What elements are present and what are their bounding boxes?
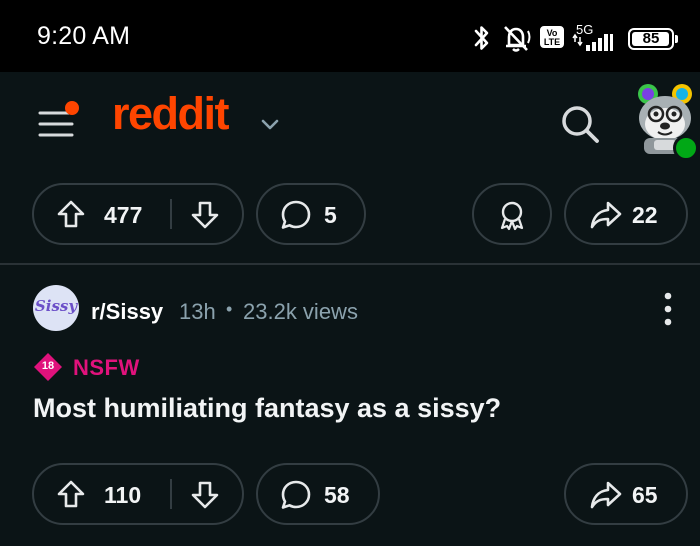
share-button[interactable]: 65 bbox=[564, 463, 688, 525]
upvote-icon[interactable] bbox=[56, 479, 86, 509]
subreddit-icon-text: Sissy bbox=[34, 297, 78, 315]
comments-button[interactable]: 5 bbox=[256, 183, 366, 245]
post-title[interactable]: Most humiliating fantasy as a sissy? bbox=[33, 393, 673, 424]
award-button[interactable] bbox=[472, 183, 552, 245]
comment-count: 5 bbox=[324, 202, 337, 228]
hamburger-icon bbox=[38, 101, 79, 137]
user-avatar[interactable] bbox=[630, 80, 700, 161]
post-age: 13h bbox=[179, 299, 216, 324]
view-count: 23.2k views bbox=[243, 299, 358, 324]
battery-level: 85 bbox=[642, 30, 660, 47]
subreddit-icon[interactable]: Sissy bbox=[33, 285, 79, 331]
status-time: 9:20 AM bbox=[37, 22, 131, 50]
battery-icon: 85 bbox=[628, 28, 674, 50]
nsfw-tag: 18 NSFW bbox=[33, 352, 173, 382]
downvote-icon[interactable] bbox=[190, 480, 220, 510]
reddit-logo: reddit bbox=[112, 88, 230, 139]
menu-button[interactable] bbox=[32, 100, 82, 148]
vote-pill: 110 bbox=[32, 463, 244, 525]
online-status-dot bbox=[673, 135, 699, 161]
comment-icon bbox=[281, 200, 311, 229]
upvote-icon[interactable] bbox=[56, 199, 86, 229]
search-icon[interactable] bbox=[558, 102, 602, 146]
vote-pill: 477 bbox=[32, 183, 244, 245]
mute-bell-icon bbox=[504, 26, 531, 52]
nsfw-label: NSFW bbox=[73, 355, 140, 380]
more-vertical-icon bbox=[664, 292, 672, 326]
chevron-down-icon bbox=[261, 119, 279, 130]
subreddit-name[interactable]: r/Sissy bbox=[91, 299, 163, 325]
feed-switcher[interactable]: reddit bbox=[110, 88, 290, 150]
post-options-button[interactable] bbox=[656, 291, 680, 327]
volte-bottom-text: LTE bbox=[543, 37, 561, 47]
share-count: 22 bbox=[632, 202, 658, 228]
app-header: reddit bbox=[0, 72, 700, 172]
battery-tip bbox=[675, 35, 678, 43]
comment-count: 58 bbox=[324, 482, 350, 508]
status-bar: 9:20 AM Vo LTE 5G 85 bbox=[0, 0, 700, 72]
share-icon bbox=[590, 201, 622, 229]
vote-divider bbox=[170, 479, 172, 509]
award-icon bbox=[500, 201, 524, 231]
bluetooth-icon bbox=[474, 26, 489, 50]
share-icon bbox=[590, 481, 622, 509]
nsfw-18-number: 18 bbox=[41, 360, 55, 372]
share-count: 65 bbox=[632, 482, 658, 508]
meta-separator: • bbox=[226, 299, 233, 319]
vote-divider bbox=[170, 199, 172, 229]
upvote-count: 477 bbox=[104, 202, 143, 228]
post-2[interactable]: Sissy r/Sissy 13h • 23.2k views 18 NSFW … bbox=[0, 265, 700, 546]
volte-badge: Vo LTE bbox=[540, 26, 564, 48]
share-button[interactable]: 22 bbox=[564, 183, 688, 245]
comments-button[interactable]: 58 bbox=[256, 463, 380, 525]
signal-icon bbox=[572, 33, 613, 51]
post-1-action-bar: 477 5 22 bbox=[0, 172, 700, 263]
upvote-count: 110 bbox=[104, 482, 142, 508]
comment-icon bbox=[281, 480, 311, 509]
downvote-icon[interactable] bbox=[190, 200, 220, 230]
